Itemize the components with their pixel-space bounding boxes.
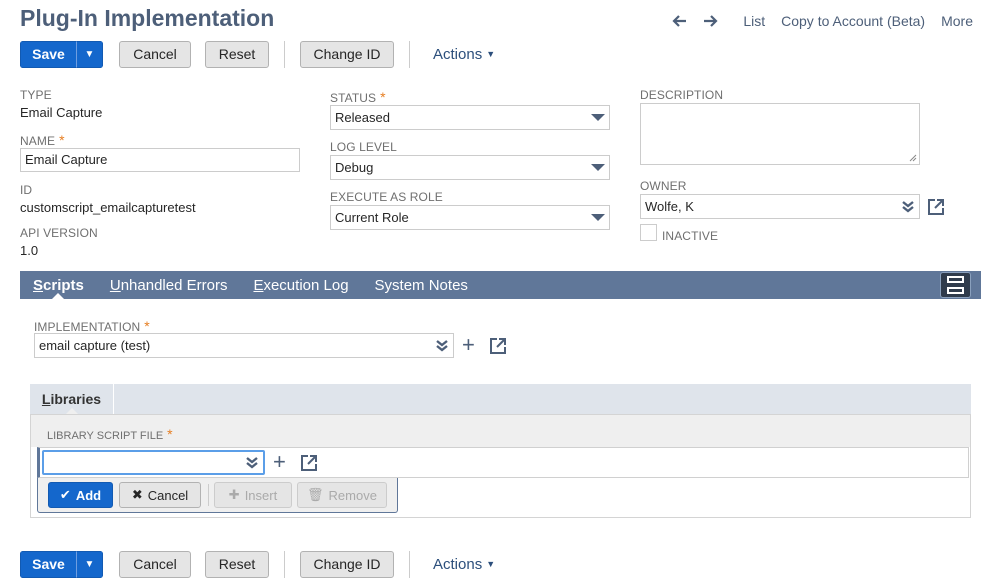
arrow-right-icon[interactable] [695,11,727,31]
main-tab-bar: Scripts Unhandled Errors Execution Log S… [20,271,981,300]
caret-down-icon [591,164,605,171]
required-marker: * [167,426,173,442]
inactive-label: Inactive [662,229,719,243]
library-script-file-select[interactable] [42,450,265,475]
execute-as-role-label: Execute As Role [330,190,443,204]
execute-as-role-value: Current Role [335,210,409,225]
owner-value: Wolfe, K [645,199,694,214]
actions-menu[interactable]: Actions ▼ [433,46,495,63]
resize-handle-icon[interactable] [909,154,917,162]
change-id-button[interactable]: Change ID [300,550,394,578]
id-label: ID [20,183,33,197]
caret-down-icon: ▼ [486,49,496,59]
caret-down-icon: ▼ [84,48,95,60]
subtab-libraries[interactable]: Libraries [30,384,114,415]
log-level-label: Log Level [330,140,397,154]
x-icon: ✖ [131,487,143,502]
tab-unhandled-errors[interactable]: Unhandled Errors [97,271,241,299]
save-button[interactable]: Save [20,550,76,578]
arrow-left-icon[interactable] [663,11,695,31]
add-implementation-icon[interactable]: + [462,334,475,356]
libraries-subtab-bar: Libraries [30,384,971,415]
status-label: Status * [330,89,386,105]
copy-to-account-link[interactable]: Copy to Account (Beta) [781,13,925,29]
toolbar-divider [409,550,410,578]
library-row-actions: ✔ Add ✖ Cancel ✚ Insert 🗑 Remove [37,478,398,513]
page-title: Plug-In Implementation [20,5,275,31]
library-script-file-header: Library Script File * [47,426,173,442]
insert-button[interactable]: ✚ Insert [214,482,292,508]
cancel-button[interactable]: Cancel [119,40,191,68]
implementation-label: Implementation * [34,318,150,334]
required-marker: * [380,89,386,105]
tab-layout-toggle-icon[interactable] [940,272,971,298]
open-owner-icon[interactable] [927,198,945,219]
double-chevron-down-icon [436,339,448,352]
implementation-select[interactable]: email capture (test) [34,333,454,358]
api-version-value: 1.0 [20,243,39,258]
plus-icon: ✚ [228,487,240,502]
description-textarea[interactable] [640,103,920,165]
required-marker: * [144,318,150,334]
implementation-value: email capture (test) [39,338,151,353]
type-label: Type [20,88,52,102]
type-value: Email Capture [20,105,103,120]
id-value: customscript_emailcapturetest [20,200,196,215]
owner-select[interactable]: Wolfe, K [640,194,920,219]
api-version-label: API Version [20,226,98,240]
status-select[interactable]: Released [330,105,610,130]
top-toolbar: Save ▼ Cancel Reset Change ID Actions ▼ [20,40,495,68]
status-value: Released [335,110,390,125]
libraries-sublist: Library Script File * + ✔ Add ✖ Cancel ✚ Ins… [30,414,971,518]
execute-as-role-select[interactable]: Current Role [330,205,610,230]
checkmark-icon: ✔ [59,487,71,502]
owner-label: Owner [640,179,687,193]
caret-down-icon [591,114,605,121]
description-label: Description [640,88,724,102]
name-label: Name * [20,132,65,148]
inactive-checkbox[interactable] [640,224,657,241]
save-dropdown-button[interactable]: ▼ [76,550,103,578]
libraries-header: Library Script File * [31,415,970,447]
actions-label: Actions [433,555,483,573]
tab-system-notes[interactable]: System Notes [362,271,481,299]
save-dropdown-button[interactable]: ▼ [76,40,103,68]
save-button[interactable]: Save [20,40,76,68]
caret-down-icon [591,214,605,221]
caret-down-icon: ▼ [84,558,95,570]
bottom-toolbar: Save ▼ Cancel Reset Change ID Actions ▼ [20,550,495,578]
more-link[interactable]: More [941,13,973,29]
open-library-icon[interactable] [300,454,318,475]
actions-label: Actions [433,45,483,63]
log-level-select[interactable]: Debug [330,155,610,180]
name-input[interactable]: Email Capture [20,148,300,172]
tab-execution-log[interactable]: Execution Log [240,271,361,299]
trash-icon: 🗑 [307,487,324,502]
log-level-value: Debug [335,160,374,175]
actions-menu[interactable]: Actions ▼ [433,556,495,573]
double-chevron-down-icon [902,200,914,213]
toolbar-divider [409,40,410,68]
change-id-button[interactable]: Change ID [300,40,394,68]
required-marker: * [59,132,65,148]
add-button[interactable]: ✔ Add [48,482,113,508]
save-button-group: Save ▼ [20,550,103,578]
tab-scripts[interactable]: Scripts [20,271,97,300]
record-nav: List Copy to Account (Beta) More [663,11,973,31]
toolbar-divider [284,550,285,578]
save-button-group: Save ▼ [20,40,103,68]
caret-down-icon: ▼ [486,559,496,569]
list-link[interactable]: List [743,13,765,29]
reset-button[interactable]: Reset [205,550,269,578]
reset-button[interactable]: Reset [205,40,269,68]
open-implementation-icon[interactable] [489,337,507,358]
library-edit-row: + [37,447,969,478]
remove-button[interactable]: 🗑 Remove [297,482,387,508]
toolbar-divider [284,40,285,68]
cancel-button[interactable]: Cancel [119,550,191,578]
double-chevron-down-icon [246,456,258,469]
add-library-icon[interactable]: + [273,451,286,473]
cancel-line-button[interactable]: ✖ Cancel [119,482,201,508]
